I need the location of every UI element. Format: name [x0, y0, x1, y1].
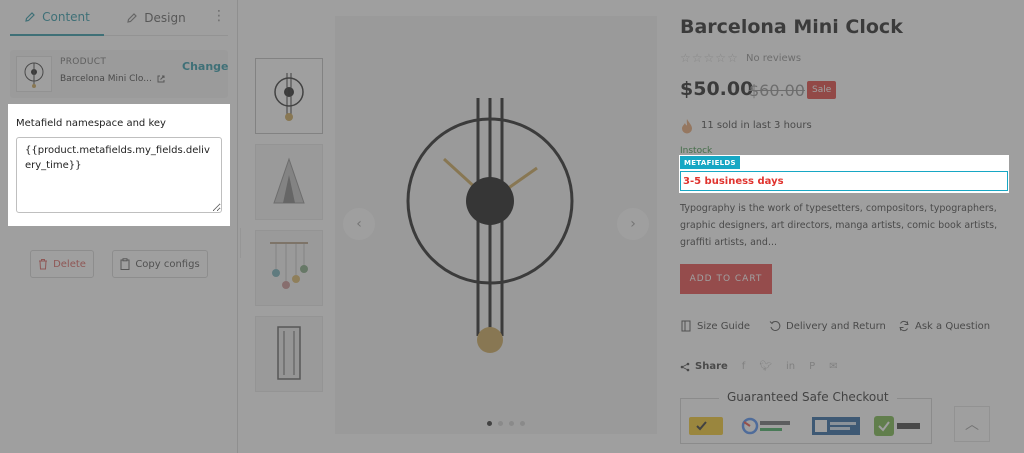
product-card: PRODUCT Barcelona Mini Clo... Change: [10, 50, 229, 98]
gallery-dot[interactable]: [498, 421, 503, 426]
rating-stars[interactable]: ☆☆☆☆☆: [680, 51, 739, 65]
share-icon: [680, 362, 690, 371]
delivery-return-label: Delivery and Return: [786, 320, 886, 332]
share-row: Share f 🐦︎ in P ✉: [680, 361, 838, 372]
product-caption: PRODUCT: [60, 57, 107, 67]
sold-counter: 11 sold in last 3 hours: [701, 120, 812, 131]
clock-thumb-image: [274, 73, 304, 121]
bbb-accredited-logo: [812, 415, 860, 437]
gallery-dots: [487, 421, 525, 426]
ask-question-link[interactable]: Ask a Question: [898, 320, 990, 332]
tab-content-label: Content: [42, 10, 90, 24]
clock-icon: [24, 62, 44, 88]
main-product-image: [335, 16, 657, 434]
sale-badge: Sale: [807, 81, 837, 99]
safe-checkout-box: Guaranteed Safe Checkout: [680, 390, 932, 444]
safe-checkout-title: Guaranteed Safe Checkout: [719, 390, 897, 404]
truste-logo: [874, 415, 922, 437]
ask-question-label: Ask a Question: [915, 320, 991, 332]
product-description: Typography is the work of typesetters, c…: [680, 203, 998, 248]
delete-label: Delete: [53, 258, 86, 270]
return-icon: [769, 320, 781, 331]
copy-configs-label: Copy configs: [135, 258, 200, 270]
facebook-icon[interactable]: f: [742, 361, 746, 372]
pencil-icon: [25, 12, 35, 22]
share-text: Share: [695, 361, 728, 372]
brush-icon: [127, 13, 138, 23]
gallery-dot[interactable]: [487, 421, 492, 426]
tab-design[interactable]: Design: [114, 0, 198, 36]
linkedin-icon[interactable]: in: [786, 361, 795, 372]
gallery-thumb[interactable]: [255, 316, 323, 392]
metafield-label: Metafield namespace and key: [16, 118, 166, 129]
gallery-prev-button[interactable]: ‹: [343, 208, 375, 240]
messenger-icon[interactable]: ✉: [829, 361, 837, 372]
metafield-value: 3-5 business days: [683, 175, 784, 187]
copy-configs-button[interactable]: Copy configs: [112, 250, 208, 278]
editor-tabs: Content Design ⋮: [10, 0, 228, 36]
gallery-thumb[interactable]: [255, 144, 323, 220]
flame-icon: [682, 119, 692, 134]
clock-product-image: [406, 98, 574, 353]
gallery-dot[interactable]: [520, 421, 525, 426]
clipboard-icon: [120, 258, 130, 270]
delivery-return-link[interactable]: Delivery and Return: [769, 320, 886, 332]
norton-logo: [689, 415, 725, 437]
chevron-left-icon: ‹: [356, 216, 362, 232]
delete-button[interactable]: Delete: [30, 250, 94, 278]
review-count[interactable]: No reviews: [746, 53, 801, 64]
editor-sidebar: Content Design ⋮ PRODUCT Barcelona Mini …: [0, 0, 238, 453]
more-vertical-icon[interactable]: ⋮: [210, 8, 228, 28]
tab-content[interactable]: Content: [10, 0, 104, 36]
product-title: Barcelona Mini Clock: [680, 16, 903, 38]
ruler-icon: [681, 320, 691, 332]
trash-icon: [39, 259, 48, 270]
metafield-output[interactable]: 3-5 business days: [680, 171, 1008, 191]
refresh-icon: [899, 320, 909, 332]
product-name: Barcelona Mini Clo...: [60, 74, 152, 84]
star-icon: ☆: [680, 51, 692, 65]
product-thumbnail: [16, 56, 52, 92]
tab-design-label: Design: [144, 11, 186, 25]
frame-thumb-image: [277, 326, 301, 380]
gallery-next-button[interactable]: ›: [617, 208, 649, 240]
chevron-up-icon: ︿: [965, 417, 979, 433]
gallery-thumb[interactable]: [255, 230, 323, 306]
external-link-icon[interactable]: [156, 74, 166, 84]
star-icon: ☆: [715, 51, 728, 65]
metafield-settings: Metafield namespace and key: [8, 104, 230, 226]
size-guide-link[interactable]: Size Guide: [680, 320, 750, 332]
star-icon: ☆: [691, 51, 704, 65]
add-to-cart-button[interactable]: ADD TO CART: [680, 264, 772, 294]
pinterest-icon[interactable]: P: [809, 361, 815, 372]
twitter-icon[interactable]: 🐦︎: [759, 361, 772, 372]
share-label: Share: [680, 361, 728, 372]
product-info: Barcelona Mini Clock ☆☆☆☆☆ No reviews $5…: [679, 0, 1010, 453]
metafield-key-input[interactable]: [16, 137, 222, 213]
metafield-badge: METAFIELDS: [680, 156, 740, 169]
compare-price: $60.00: [749, 81, 805, 100]
tent-thumb-image: [273, 157, 305, 204]
product-preview: ‹ › Barcelona Mini Clock ☆☆☆☆☆ No review…: [241, 0, 1024, 453]
price: $50.00: [680, 78, 754, 100]
change-product-link[interactable]: Change: [182, 60, 229, 73]
star-icon: ☆: [727, 51, 739, 65]
gallery-thumb[interactable]: [255, 58, 323, 134]
chevron-right-icon: ›: [630, 216, 636, 232]
mobile-thumb-image: [270, 242, 308, 289]
gallery-dot[interactable]: [509, 421, 514, 426]
google-trusted-store-logo: [741, 415, 793, 437]
scroll-to-top-button[interactable]: ︿: [954, 406, 990, 442]
size-guide-label: Size Guide: [697, 320, 751, 332]
star-icon: ☆: [703, 51, 716, 65]
